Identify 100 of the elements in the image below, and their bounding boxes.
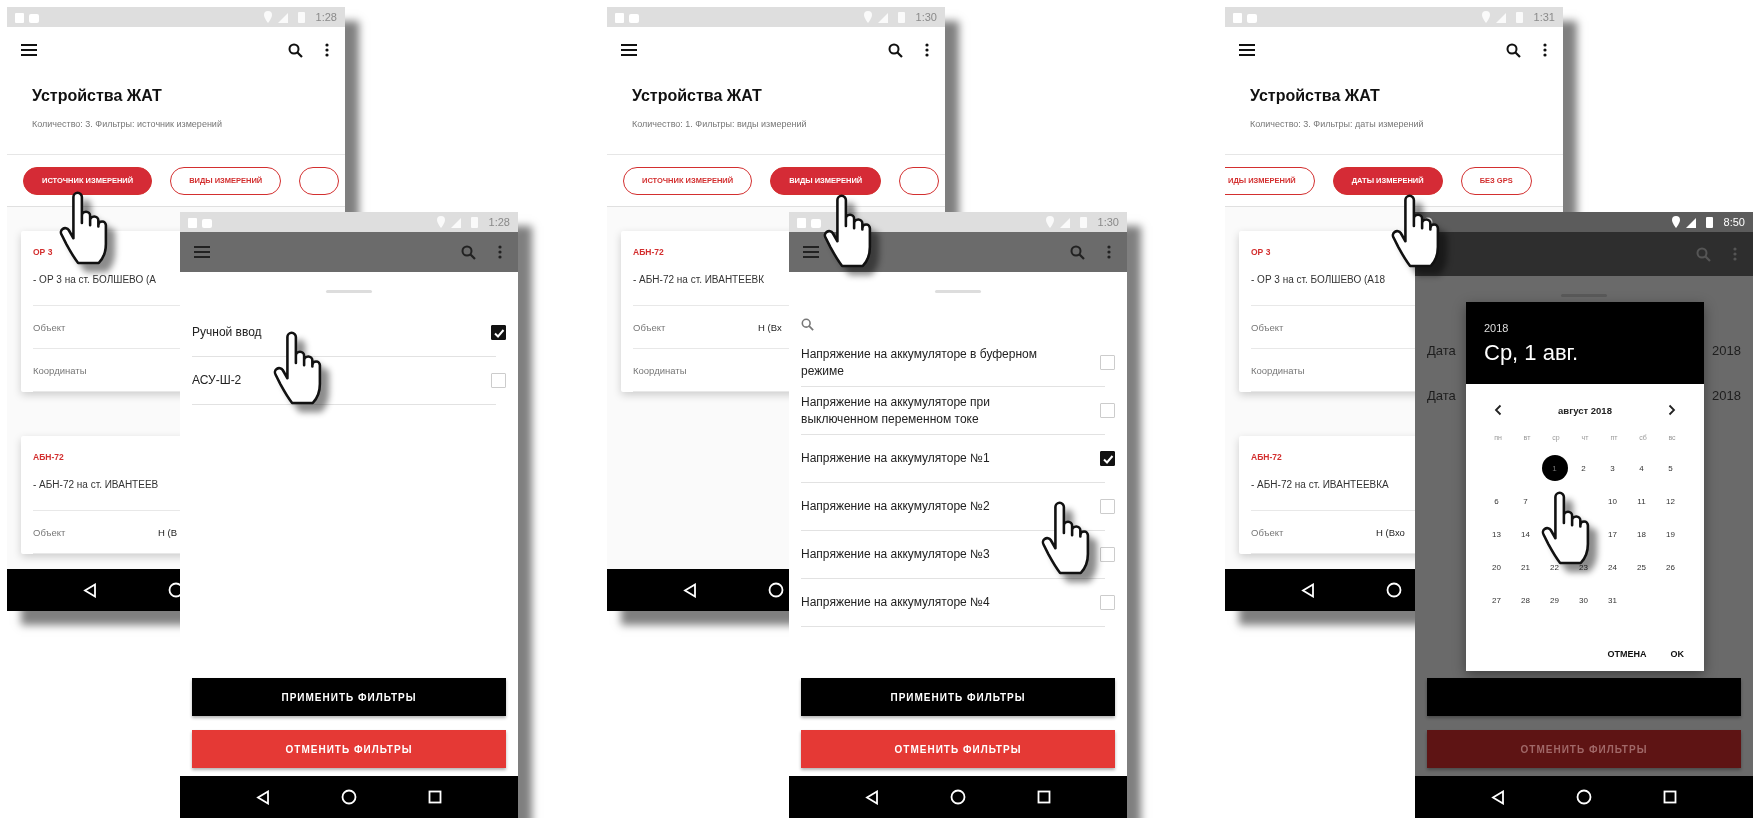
home-icon[interactable] <box>768 582 784 598</box>
home-icon[interactable] <box>341 789 357 805</box>
calendar-day[interactable]: 6 <box>1483 488 1510 514</box>
calendar-day[interactable]: 21 <box>1512 554 1539 580</box>
page-subtitle: Количество: 3. Фильтры: источник измерений <box>32 119 223 129</box>
notification-icons-drawing <box>15 11 41 23</box>
page-subtitle: Количество: 1. Фильтры: виды измерений <box>632 119 808 129</box>
option-label: Напряжение на аккумуляторе №3 <box>801 546 990 563</box>
more-icon[interactable] <box>925 43 929 57</box>
home-icon[interactable] <box>1386 582 1402 598</box>
more-icon[interactable] <box>1543 43 1547 57</box>
sheet-handle[interactable] <box>326 290 372 293</box>
menu-icon[interactable] <box>21 44 37 56</box>
dialog-action-button[interactable]: ОТМЕНА <box>1599 643 1655 665</box>
reset-button[interactable]: ОТМЕНИТЬ ФИЛЬТРЫ <box>801 730 1115 768</box>
home-icon[interactable] <box>1576 789 1592 805</box>
calendar-day[interactable]: 11 <box>1628 488 1655 514</box>
field-label: Объект <box>33 526 67 538</box>
checkbox[interactable] <box>1100 451 1115 466</box>
back-icon[interactable] <box>82 582 97 598</box>
back-icon[interactable] <box>255 789 270 805</box>
device-name: ОР 3 <box>1251 247 1271 257</box>
device-description: - АБН-72 на ст. ИВАНТЕЕВКА <box>1251 479 1389 490</box>
chevron-right-icon[interactable] <box>1668 404 1676 416</box>
calendar-day[interactable]: 3 <box>1599 455 1626 481</box>
date-value: 2018 <box>1712 388 1741 403</box>
page-title: Устройства ЖАТ <box>1250 87 1381 105</box>
calendar-day[interactable]: 30 <box>1570 587 1597 613</box>
dialog-action-button[interactable]: OK <box>1662 643 1692 665</box>
calendar-day[interactable]: 5 <box>1657 455 1684 481</box>
status-time: 8:50 <box>1723 216 1745 228</box>
notification-icons-drawing <box>797 216 823 228</box>
status-time: 1:28 <box>315 11 337 23</box>
recents-icon[interactable] <box>428 790 443 804</box>
calendar-day[interactable]: 24 <box>1599 554 1626 580</box>
menu-icon[interactable] <box>621 44 637 56</box>
field-label: Координаты <box>33 364 88 376</box>
page-title: Устройства ЖАТ <box>632 87 763 105</box>
calendar-day[interactable]: 17 <box>1599 521 1626 547</box>
calendar-day[interactable]: 14 <box>1512 521 1539 547</box>
page-subtitle: Количество: 3. Фильтры: даты измерений <box>1250 119 1425 129</box>
calendar-day[interactable]: 12 <box>1657 488 1684 514</box>
calendar-day[interactable]: 29 <box>1541 587 1568 613</box>
status-time: 1:30 <box>1097 216 1119 228</box>
calendar-day[interactable]: 7 <box>1512 488 1539 514</box>
status-time: 1:30 <box>915 11 937 23</box>
calendar-day[interactable]: 20 <box>1483 554 1510 580</box>
field-label: Объект <box>633 321 667 333</box>
field-label: Координаты <box>1251 364 1306 376</box>
device-description: - ОР 3 на ст. БОЛШЕВО (А <box>33 274 156 285</box>
option-label: Напряжение на аккумуляторе №1 <box>801 450 990 467</box>
date-value: 2018 <box>1712 343 1741 358</box>
calendar-day[interactable]: 2 <box>1570 455 1597 481</box>
calendar-day[interactable]: 1 <box>1541 455 1568 481</box>
calendar-day[interactable]: 25 <box>1628 554 1655 580</box>
option-label: Напряжение на аккумуляторе №4 <box>801 594 990 611</box>
calendar-day[interactable]: 10 <box>1599 488 1626 514</box>
menu-icon[interactable] <box>1239 44 1255 56</box>
apply-button[interactable]: ПРИМЕНИТЬ ФИЛЬТРЫ <box>192 678 506 716</box>
search-icon[interactable] <box>1506 42 1521 58</box>
calendar-day[interactable]: 4 <box>1628 455 1655 481</box>
back-icon[interactable] <box>1490 789 1505 805</box>
calendar-day[interactable]: 13 <box>1483 521 1510 547</box>
field-value: Н (Вхо <box>1376 526 1405 538</box>
filter-chip[interactable] <box>299 166 340 195</box>
option-label: АСУ-Ш-2 <box>192 372 242 389</box>
filter-chip[interactable] <box>899 166 940 195</box>
date-label: Дата <box>1427 343 1456 358</box>
device-name: АБН-72 <box>633 247 664 257</box>
search-icon[interactable] <box>288 42 303 58</box>
notification-icons-drawing <box>615 11 641 23</box>
calendar-day[interactable]: 19 <box>1657 521 1684 547</box>
month-title: август 2018 <box>1558 404 1612 416</box>
calendar-day[interactable]: 27 <box>1483 587 1510 613</box>
sheet-handle[interactable] <box>935 290 981 293</box>
calendar-day[interactable]: 26 <box>1657 554 1684 580</box>
notification-icons-drawing <box>188 216 214 228</box>
device-name: АБН-72 <box>1251 452 1282 462</box>
back-icon[interactable] <box>682 582 697 598</box>
search-icon[interactable] <box>888 42 903 58</box>
more-icon[interactable] <box>325 43 329 57</box>
field-value: Н (В <box>158 526 177 538</box>
device-description: - АБН-72 на ст. ИВАНТЕЕВК <box>633 274 765 285</box>
back-icon[interactable] <box>864 789 879 805</box>
device-description: - ОР 3 на ст. БОЛШЕВО (А18 <box>1251 274 1386 285</box>
field-value: Н (Вх <box>758 321 782 333</box>
back-icon[interactable] <box>1300 582 1315 598</box>
recents-icon[interactable] <box>1037 790 1052 804</box>
calendar-day[interactable]: 28 <box>1512 587 1539 613</box>
field-label: Объект <box>1251 321 1285 333</box>
reset-button[interactable]: ОТМЕНИТЬ ФИЛЬТРЫ <box>192 730 506 768</box>
apply-button[interactable]: ПРИМЕНИТЬ ФИЛЬТРЫ <box>801 678 1115 716</box>
option-label: Напряжение на аккумуляторе при выключенном переменном токе <box>801 394 991 427</box>
option-label: Напряжение на аккумуляторе №2 <box>801 498 990 515</box>
checkbox[interactable] <box>491 325 506 340</box>
recents-icon[interactable] <box>1663 790 1678 804</box>
calendar-day[interactable]: 31 <box>1599 587 1626 613</box>
home-icon[interactable] <box>950 789 966 805</box>
calendar-day[interactable]: 18 <box>1628 521 1655 547</box>
chevron-left-icon[interactable] <box>1494 404 1502 416</box>
